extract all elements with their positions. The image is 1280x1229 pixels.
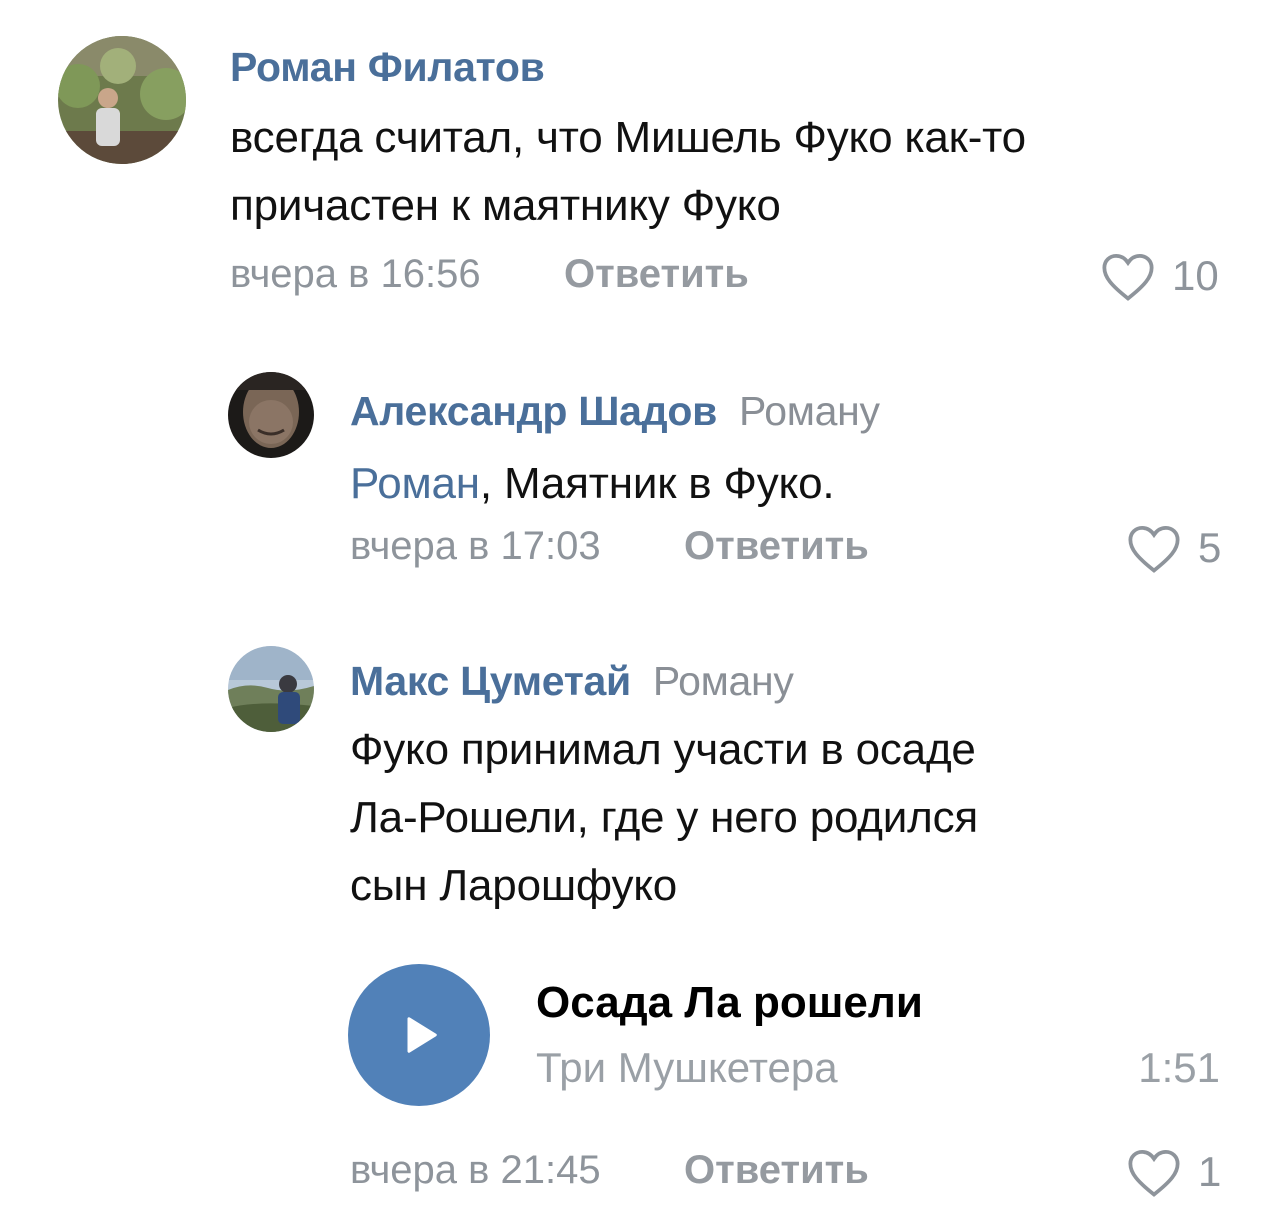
reply-button[interactable]: Ответить	[564, 252, 749, 297]
avatar[interactable]	[58, 36, 186, 164]
like-count: 5	[1198, 524, 1222, 571]
like-count: 1	[1198, 1148, 1222, 1195]
like-count: 10	[1172, 252, 1219, 299]
play-icon	[407, 1017, 437, 1053]
timestamp[interactable]: вчера в 21:45	[350, 1148, 601, 1193]
comment: Александр Шадов Роману Роман, Маятник в Ф…	[0, 330, 1280, 600]
reply-button[interactable]: Ответить	[684, 1148, 869, 1193]
timestamp[interactable]: вчера в 17:03	[350, 524, 601, 569]
author-name[interactable]: Роман Филатов	[230, 44, 545, 91]
like-button[interactable]: 10	[1098, 250, 1219, 302]
comment: Макс Цуметай Роману Фуко принимал участи …	[0, 600, 1280, 1229]
play-button[interactable]	[348, 964, 490, 1106]
author-name[interactable]: Александр Шадов Роману	[350, 388, 880, 435]
author-name[interactable]: Макс Цуметай Роману	[350, 658, 794, 705]
like-button[interactable]: 5	[1124, 522, 1221, 574]
author-name-text[interactable]: Александр Шадов	[350, 388, 717, 434]
reply-to-label[interactable]: Роману	[653, 658, 794, 704]
comment-text-line: всегда считал, что Мишель Фуко как-то	[230, 113, 1026, 162]
heart-icon	[1102, 254, 1154, 301]
avatar[interactable]	[228, 372, 314, 458]
reply-button[interactable]: Ответить	[684, 524, 869, 569]
comment-text-line: Фуко принимал участи в осаде	[350, 725, 976, 774]
author-name-text[interactable]: Макс Цуметай	[350, 658, 631, 704]
comment-text-line: сын Ларошфуко	[350, 861, 678, 910]
comment-text-line: Ла-Рошели, где у него родился	[350, 793, 979, 842]
heart-icon	[1128, 1150, 1180, 1197]
reply-to-label[interactable]: Роману	[739, 388, 880, 434]
audio-duration: 1:51	[1138, 1044, 1220, 1091]
heart-icon	[1128, 526, 1180, 573]
comment-text: Роман, Маятник в Фуко.	[350, 450, 835, 518]
audio-title: Осада Ла рошели	[536, 978, 923, 1027]
comment: Роман Филатов всегда считал, что Мишель …	[0, 0, 1280, 330]
like-button[interactable]: 1	[1124, 1146, 1221, 1198]
avatar[interactable]	[228, 646, 314, 732]
audio-attachment[interactable]: Осада Ла рошели Три Мушкетера 1:51	[348, 964, 1228, 1106]
comment-text-line: причастен к маятнику Фуко	[230, 181, 781, 230]
timestamp[interactable]: вчера в 16:56	[230, 252, 481, 297]
audio-artist[interactable]: Три Мушкетера	[536, 1044, 838, 1092]
comment-text-body: , Маятник в Фуко.	[479, 459, 835, 508]
mention-link[interactable]: Роман	[350, 459, 480, 508]
